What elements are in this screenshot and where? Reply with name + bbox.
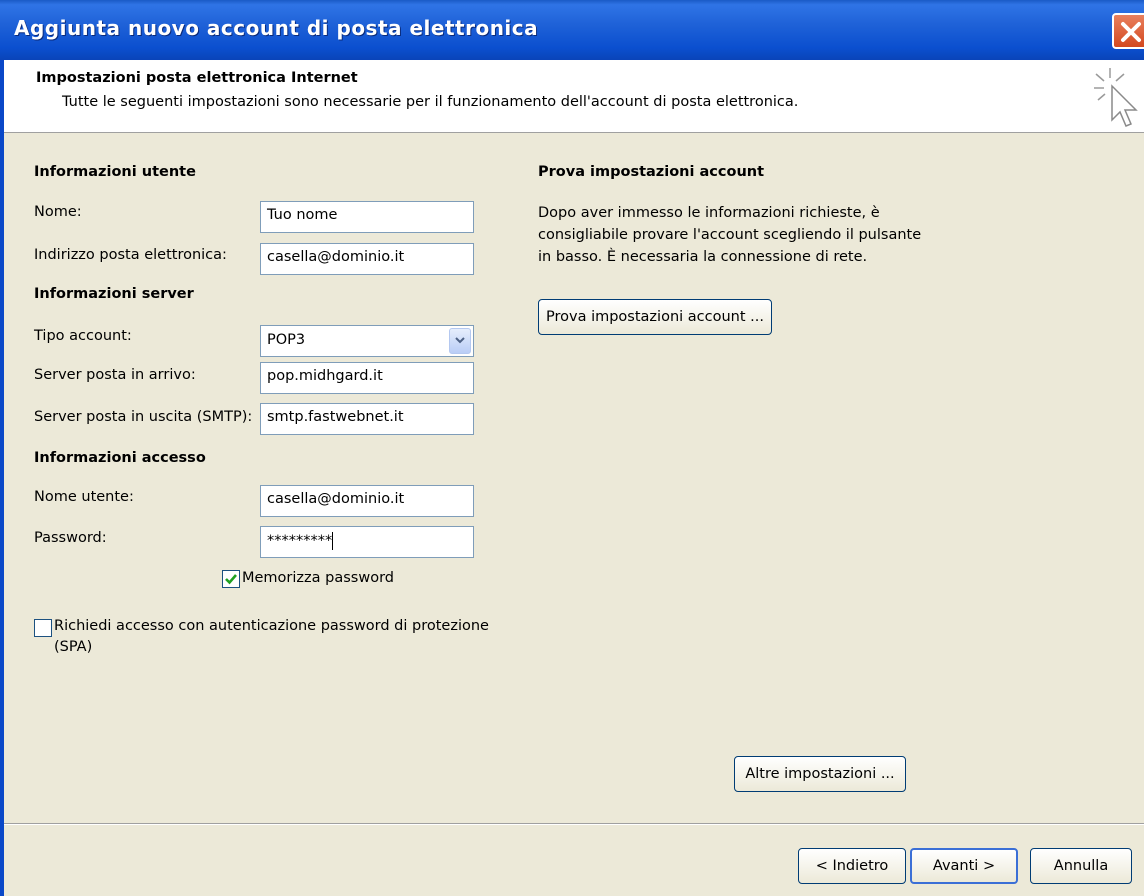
chevron-down-icon: [455, 337, 465, 344]
spa-label-line1[interactable]: Richiedi accesso con autenticazione pass…: [54, 618, 489, 634]
wizard-footer: < Indietro Avanti > Annulla: [4, 824, 1144, 896]
description-line: in basso. È necessaria la connessione di…: [538, 249, 868, 265]
close-button[interactable]: [1112, 13, 1144, 49]
account-type-select[interactable]: POP3: [260, 325, 474, 357]
test-account-settings-button[interactable]: Prova impostazioni account ...: [538, 299, 772, 335]
test-settings-heading: Prova impostazioni account: [538, 164, 765, 180]
spa-checkbox[interactable]: [34, 619, 52, 637]
text-caret: [332, 532, 334, 550]
test-settings-description: Dopo aver immesso le informazioni richie…: [538, 202, 938, 268]
account-type-label: Tipo account:: [34, 328, 132, 344]
incoming-server-input[interactable]: pop.midhgard.it: [260, 362, 474, 394]
header-title: Impostazioni posta elettronica Internet: [36, 70, 358, 86]
dialog-window: Aggiunta nuovo account di posta elettron…: [0, 0, 1144, 896]
access-info-heading: Informazioni accesso: [34, 450, 206, 466]
checkmark-icon: [225, 574, 237, 585]
description-line: Dopo aver immesso le informazioni richie…: [538, 205, 880, 221]
spa-label-line2[interactable]: (SPA): [54, 639, 92, 655]
name-label: Nome:: [34, 204, 82, 220]
remember-password-label[interactable]: Memorizza password: [242, 570, 394, 586]
cancel-button[interactable]: Annulla: [1030, 848, 1132, 884]
outgoing-server-label: Server posta in uscita (SMTP):: [34, 409, 253, 425]
server-info-heading: Informazioni server: [34, 286, 194, 302]
wizard-header: Impostazioni posta elettronica Internet …: [4, 60, 1144, 133]
next-button[interactable]: Avanti >: [910, 848, 1018, 884]
dropdown-button[interactable]: [449, 328, 471, 354]
email-input[interactable]: casella@dominio.it: [260, 243, 474, 275]
description-line: consigliabile provare l'account sceglien…: [538, 227, 922, 243]
close-icon: [1121, 22, 1141, 42]
title-bar[interactable]: Aggiunta nuovo account di posta elettron…: [0, 0, 1144, 60]
username-label: Nome utente:: [34, 489, 134, 505]
remember-password-checkbox[interactable]: [222, 570, 240, 588]
user-info-heading: Informazioni utente: [34, 164, 196, 180]
window-title: Aggiunta nuovo account di posta elettron…: [14, 16, 539, 40]
more-settings-button[interactable]: Altre impostazioni ...: [734, 756, 906, 792]
password-value: *********: [267, 533, 333, 549]
wizard-cursor-icon: [1094, 68, 1138, 127]
header-subtitle: Tutte le seguenti impostazioni sono nece…: [62, 94, 799, 110]
back-button[interactable]: < Indietro: [798, 848, 906, 884]
password-label: Password:: [34, 530, 107, 546]
incoming-server-label: Server posta in arrivo:: [34, 367, 196, 383]
email-label: Indirizzo posta elettronica:: [34, 247, 227, 263]
settings-panel: Informazioni utente Nome: Tuo nome Indir…: [4, 133, 1144, 823]
account-type-value: POP3: [267, 332, 306, 348]
name-input[interactable]: Tuo nome: [260, 201, 474, 233]
username-input[interactable]: casella@dominio.it: [260, 485, 474, 517]
password-input[interactable]: *********: [260, 526, 474, 558]
outgoing-server-input[interactable]: smtp.fastwebnet.it: [260, 403, 474, 435]
